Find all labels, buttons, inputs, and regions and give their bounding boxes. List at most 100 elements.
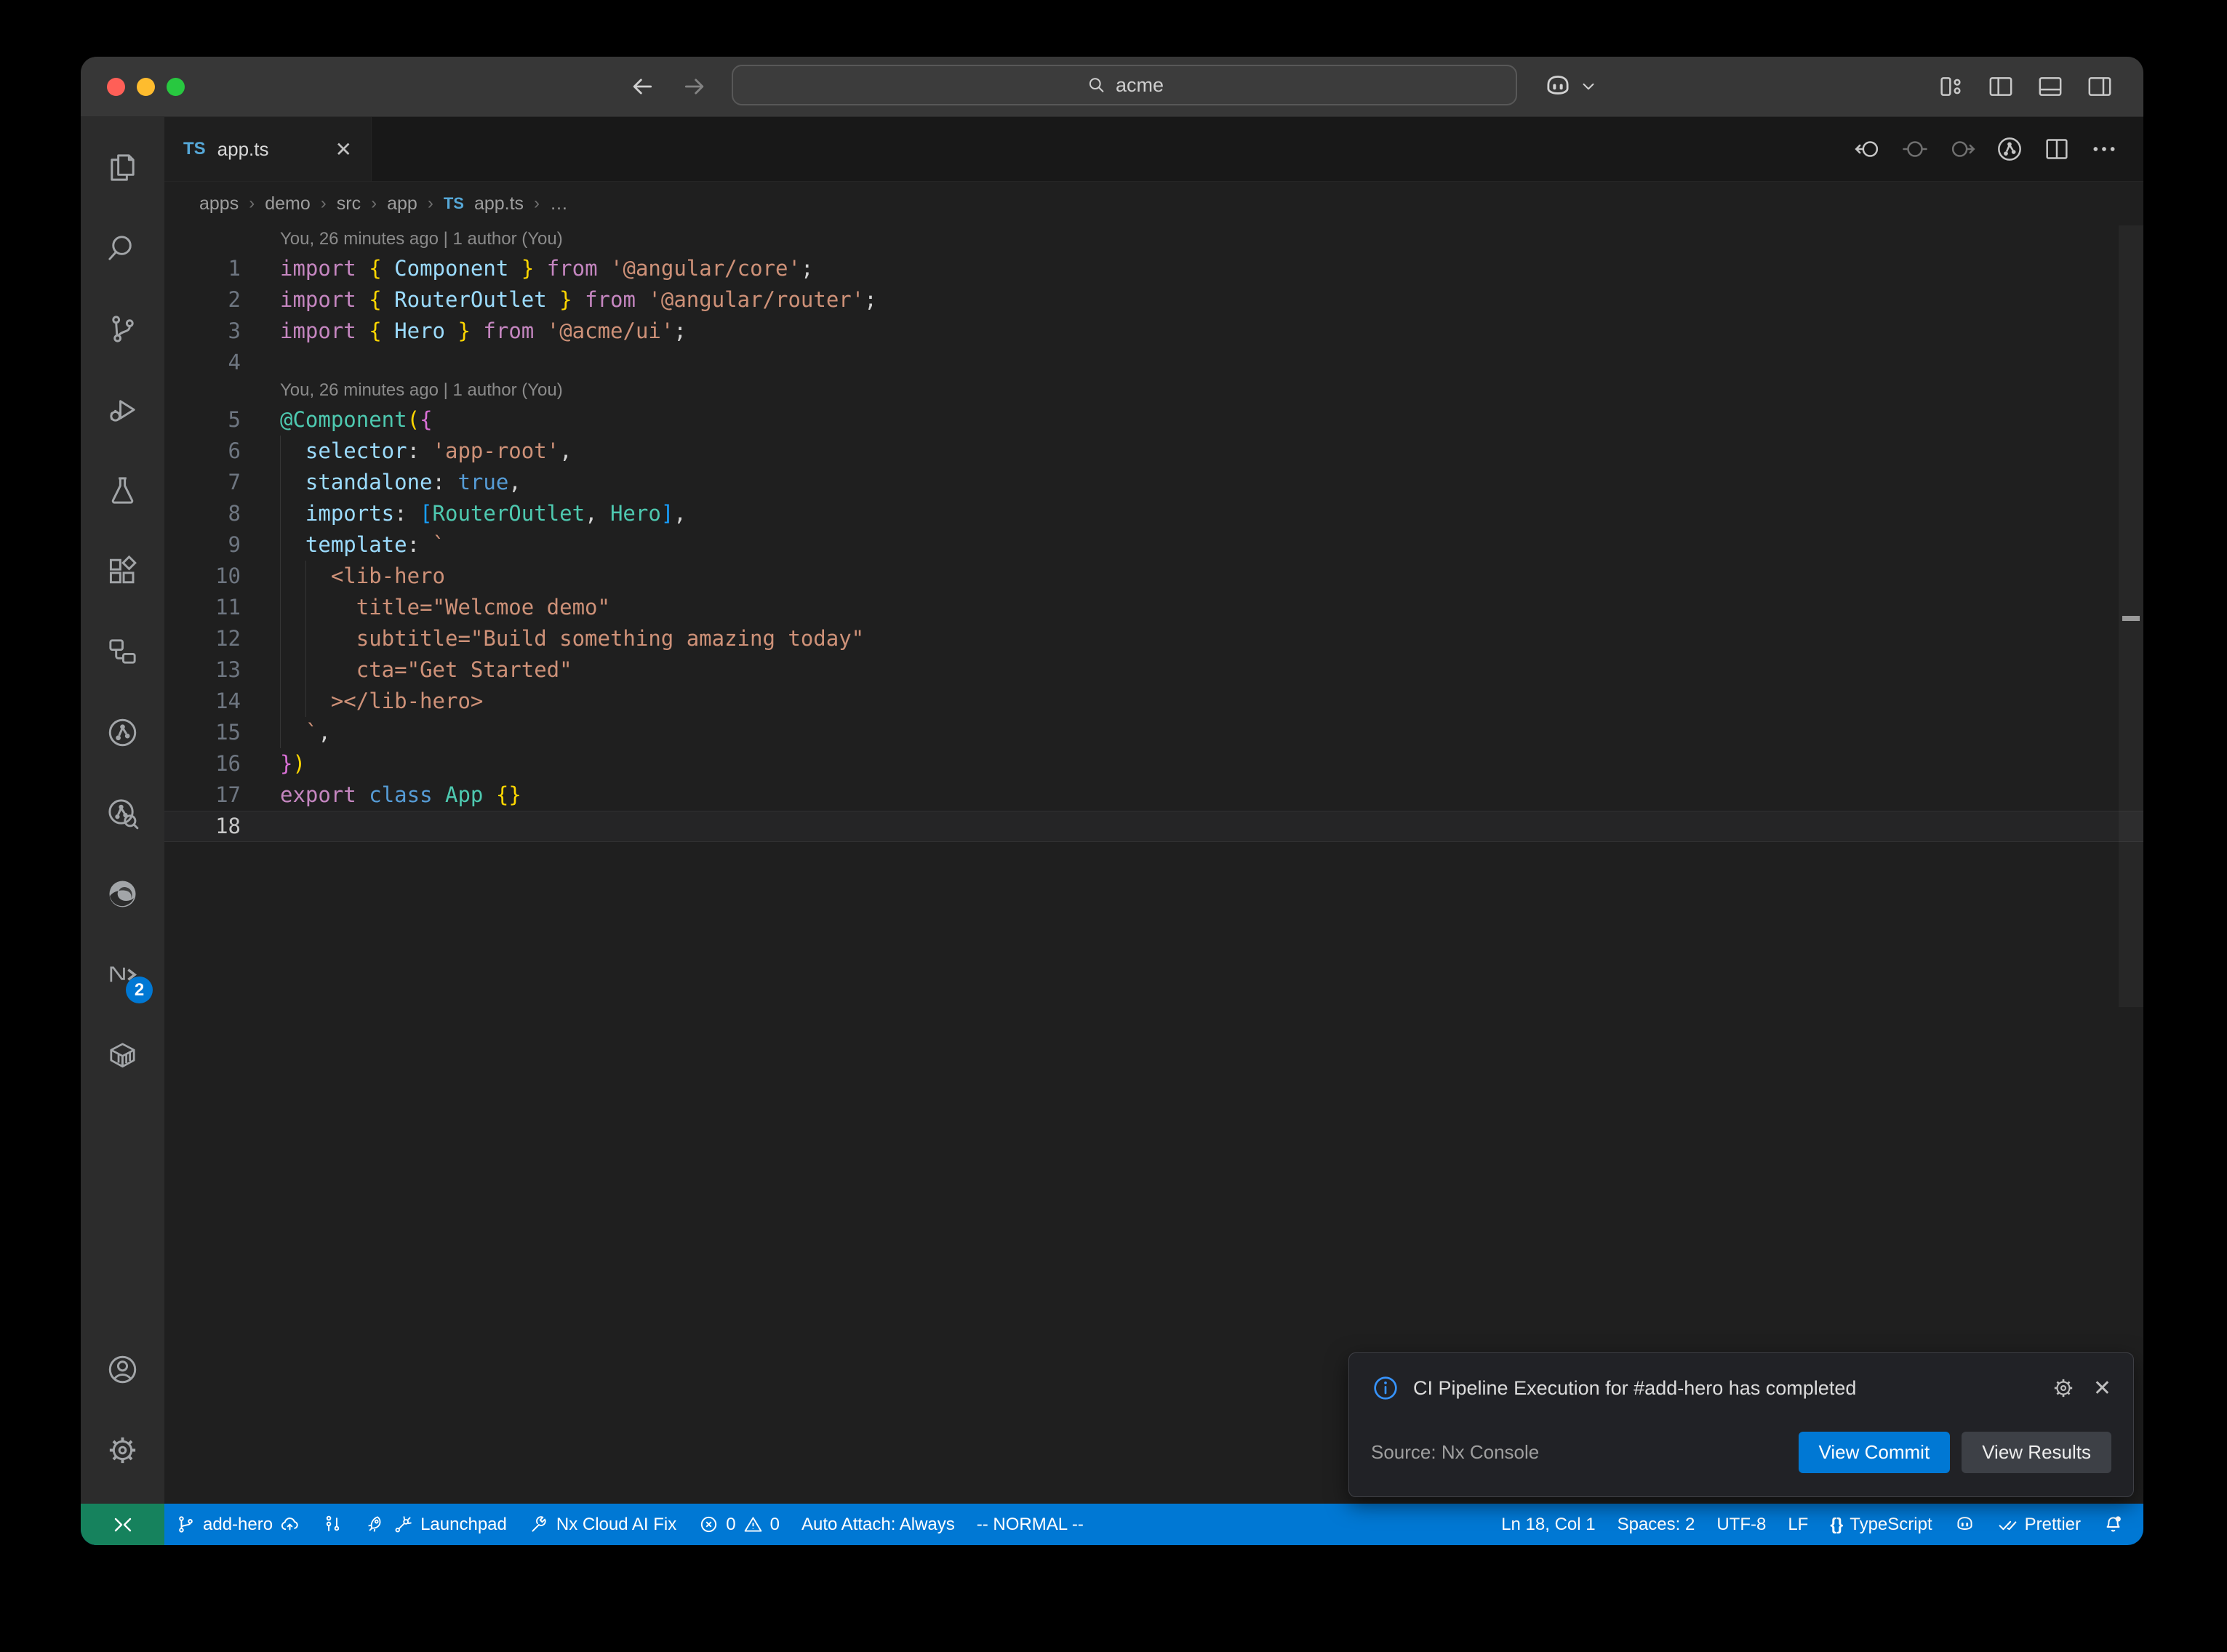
breadcrumb-item[interactable]: apps xyxy=(199,193,239,214)
branch-status[interactable]: add-hero xyxy=(164,1504,311,1545)
search-value: acme xyxy=(1116,74,1164,97)
extensions-icon[interactable] xyxy=(81,531,164,612)
back-icon[interactable] xyxy=(628,72,657,101)
copilot-status[interactable] xyxy=(1943,1504,1986,1545)
search-sidebar-icon[interactable] xyxy=(81,208,164,289)
breadcrumb-item[interactable]: app xyxy=(387,193,417,214)
notification-close-icon[interactable]: ✕ xyxy=(2093,1376,2111,1401)
close-tab-icon[interactable]: ✕ xyxy=(335,137,352,161)
indent-guide xyxy=(280,592,281,623)
vscode-window: acme 2 xyxy=(81,57,2143,1545)
close-window-button[interactable] xyxy=(107,78,125,96)
line-number: 16 xyxy=(164,748,280,779)
code-line: 11 title="Welcmoe demo" xyxy=(164,592,2143,623)
breadcrumb-separator: › xyxy=(428,193,433,214)
code-editor[interactable]: You, 26 minutes ago | 1 author (You)1imp… xyxy=(164,225,2143,1504)
testing-icon[interactable] xyxy=(81,450,164,531)
run-debug-icon[interactable] xyxy=(81,369,164,450)
forward-icon[interactable] xyxy=(680,72,709,101)
toggle-secondary-sidebar-icon[interactable] xyxy=(2085,72,2114,101)
notification-body: Source: Nx Console View Commit View Resu… xyxy=(1371,1432,2111,1473)
code-text: cta="Get Started" xyxy=(280,654,2143,686)
rocket-icon xyxy=(365,1514,386,1535)
copilot-menu[interactable] xyxy=(1543,57,1598,116)
containers-icon[interactable] xyxy=(81,1015,164,1096)
nx-cloud-status[interactable]: Nx Cloud AI Fix xyxy=(518,1504,687,1545)
chevron-down-icon xyxy=(1579,77,1598,96)
project-hierarchy-icon[interactable] xyxy=(81,612,164,692)
launchpad-status[interactable]: Launchpad xyxy=(354,1504,518,1545)
commit-graph-status[interactable] xyxy=(311,1504,354,1545)
code-line: 17export class App {} xyxy=(164,779,2143,811)
more-actions-icon[interactable] xyxy=(2090,135,2119,164)
line-number: 4 xyxy=(164,347,280,378)
cursor-position-status[interactable]: Ln 18, Col 1 xyxy=(1490,1504,1606,1545)
indent-guide xyxy=(305,561,306,592)
indentation-status[interactable]: Spaces: 2 xyxy=(1607,1504,1706,1545)
auto-attach-status[interactable]: Auto Attach: Always xyxy=(791,1504,966,1545)
tab-app-ts[interactable]: TS app.ts ✕ xyxy=(164,117,372,181)
swirl-logo-icon[interactable] xyxy=(81,854,164,934)
settings-gear-icon[interactable] xyxy=(81,1410,164,1491)
indent-guide xyxy=(305,654,306,686)
problems-status[interactable]: 0 0 xyxy=(687,1504,791,1545)
command-center-search[interactable]: acme xyxy=(732,65,1517,105)
source-control-icon[interactable] xyxy=(81,289,164,369)
remote-indicator[interactable] xyxy=(81,1504,164,1545)
line-number: 5 xyxy=(164,404,280,436)
customize-layout-icon[interactable] xyxy=(1937,72,1966,101)
formatter-status[interactable]: Prettier xyxy=(1986,1504,2092,1545)
toggle-sidebar-icon[interactable] xyxy=(1986,72,2015,101)
notification-settings-gear-icon[interactable] xyxy=(2051,1376,2076,1400)
view-results-button[interactable]: View Results xyxy=(1962,1432,2111,1473)
breadcrumb-overflow[interactable]: … xyxy=(550,193,568,214)
status-bar-right: Ln 18, Col 1 Spaces: 2 UTF-8 LF {} TypeS… xyxy=(1490,1504,2143,1545)
eol-status[interactable]: LF xyxy=(1777,1504,1819,1545)
code-line: 5@Component({ xyxy=(164,404,2143,436)
editor-actions xyxy=(1853,117,2143,181)
editor-scrollbar[interactable] xyxy=(2119,225,2143,1504)
history-back-icon[interactable] xyxy=(1853,135,1882,164)
vim-mode-status[interactable]: -- NORMAL -- xyxy=(966,1504,1095,1545)
toggle-panel-icon[interactable] xyxy=(2036,72,2065,101)
tab-label: app.ts xyxy=(217,138,269,161)
commit-graph-icon[interactable] xyxy=(1995,135,2024,164)
layout-controls xyxy=(1937,57,2114,116)
code-line: 8 imports: [RouterOutlet, Hero], xyxy=(164,498,2143,529)
gitlens-inspect-icon[interactable] xyxy=(81,773,164,854)
wrench-icon xyxy=(529,1514,550,1535)
history-point-icon[interactable] xyxy=(1900,135,1930,164)
breadcrumb-item[interactable]: demo xyxy=(265,193,311,214)
notifications-status[interactable] xyxy=(2092,1504,2135,1545)
view-commit-button[interactable]: View Commit xyxy=(1799,1432,1951,1473)
graph-icon xyxy=(322,1514,343,1535)
code-line: 4 xyxy=(164,347,2143,378)
indent-guide xyxy=(305,592,306,623)
nx-console-icon[interactable]: 2 xyxy=(81,934,164,1015)
code-line: 3import { Hero } from '@acme/ui'; xyxy=(164,316,2143,347)
code-line: 14 ></lib-hero> xyxy=(164,686,2143,717)
code-line: 2import { RouterOutlet } from '@angular/… xyxy=(164,284,2143,316)
publish-cloud-icon xyxy=(279,1514,300,1535)
titlebar: acme xyxy=(81,57,2143,117)
history-forward-icon[interactable] xyxy=(1948,135,1977,164)
language-mode-status[interactable]: {} TypeScript xyxy=(1819,1504,1943,1545)
minimize-window-button[interactable] xyxy=(137,78,155,96)
split-editor-icon[interactable] xyxy=(2042,135,2071,164)
gitlens-icon[interactable] xyxy=(81,692,164,773)
breadcrumb-file[interactable]: app.ts xyxy=(474,193,524,214)
breadcrumb-separator: › xyxy=(249,193,255,214)
warning-count: 0 xyxy=(770,1515,780,1535)
encoding-status[interactable]: UTF-8 xyxy=(1706,1504,1777,1545)
explorer-icon[interactable] xyxy=(81,127,164,208)
nx-badge: 2 xyxy=(126,977,153,1003)
maximize-window-button[interactable] xyxy=(167,78,185,96)
line-number: 18 xyxy=(164,811,280,842)
breadcrumb-item[interactable]: src xyxy=(337,193,361,214)
bell-icon xyxy=(2103,1514,2124,1535)
indent-guide xyxy=(280,561,281,592)
account-icon[interactable] xyxy=(81,1329,164,1410)
line-number: 6 xyxy=(164,436,280,467)
warning-icon xyxy=(743,1514,764,1535)
branch-name: add-hero xyxy=(203,1515,273,1535)
